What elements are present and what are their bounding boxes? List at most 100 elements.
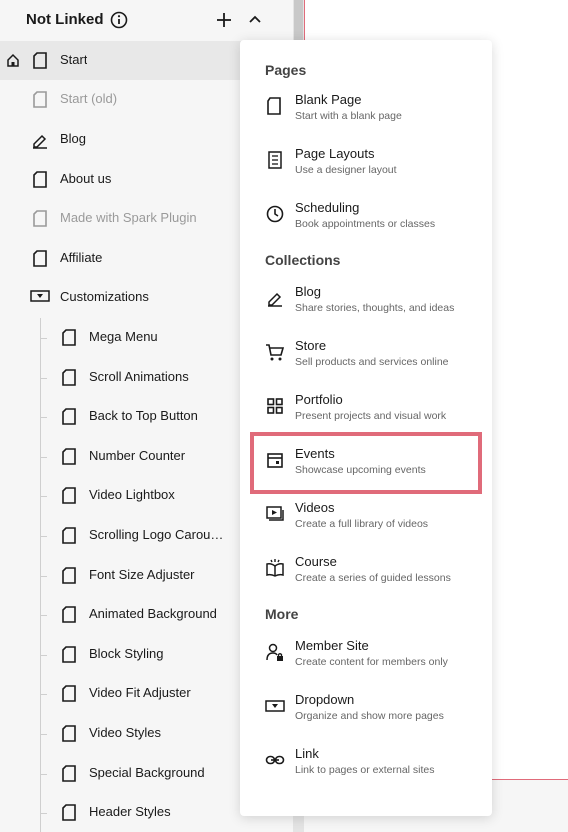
menu-item-title: Scheduling bbox=[295, 200, 360, 215]
dropdown-folder-icon bbox=[30, 290, 50, 302]
member-icon bbox=[266, 643, 283, 661]
menu-item-page-layouts[interactable]: Page Layouts Use a designer layout bbox=[240, 140, 492, 192]
tree-tick bbox=[40, 496, 47, 498]
info-icon[interactable] bbox=[110, 11, 128, 29]
menu-item-description: Showcase upcoming events bbox=[295, 464, 426, 476]
layout-icon bbox=[268, 151, 282, 169]
sidebar-item-label: Scroll Animations bbox=[89, 368, 189, 384]
sidebar-item-label: About us bbox=[60, 171, 112, 186]
grid-icon bbox=[267, 398, 283, 414]
page-icon bbox=[62, 329, 76, 346]
sidebar-item-label: Affiliate bbox=[60, 250, 103, 265]
menu-section-pages: Pages bbox=[265, 62, 307, 78]
cart-icon bbox=[266, 344, 285, 361]
section-title: Not Linked bbox=[26, 11, 104, 28]
page-icon bbox=[62, 487, 76, 505]
menu-item-description: Use a designer layout bbox=[295, 164, 397, 176]
page-icon bbox=[62, 764, 76, 782]
page-icon bbox=[62, 408, 76, 425]
menu-item-title: Course bbox=[295, 554, 337, 569]
page-icon bbox=[33, 52, 47, 69]
sidebar-item-label: Video Fit Adjuster bbox=[89, 685, 191, 701]
chevron-up-icon[interactable] bbox=[246, 11, 264, 29]
menu-item-description: Create content for members only bbox=[295, 656, 448, 668]
page-icon bbox=[62, 685, 76, 703]
menu-item-store[interactable]: Store Sell products and services online bbox=[240, 332, 492, 384]
page-icon bbox=[62, 606, 76, 623]
sidebar-item-label: Mega Menu bbox=[89, 329, 158, 344]
menu-item-title: Link bbox=[295, 746, 319, 761]
sidebar-item-label: Font Size Adjuster bbox=[89, 566, 195, 582]
pen-icon bbox=[268, 292, 282, 307]
tree-tick bbox=[40, 734, 47, 735]
page-icon bbox=[62, 725, 76, 742]
dropdown-icon bbox=[265, 700, 285, 712]
menu-item-videos[interactable]: Videos Create a full library of videos bbox=[240, 494, 492, 546]
menu-item-dropdown[interactable]: Dropdown Organize and show more pages bbox=[240, 686, 492, 738]
menu-section-more: More bbox=[265, 606, 299, 622]
sidebar-item-label: Made with Spark Plugin bbox=[60, 210, 197, 225]
tree-tick bbox=[40, 338, 47, 339]
menu-item-description: Book appointments or classes bbox=[295, 218, 436, 230]
menu-item-description: Start with a blank page bbox=[295, 110, 402, 122]
page-icon bbox=[267, 97, 281, 115]
menu-item-description: Create a full library of videos bbox=[295, 518, 429, 530]
sidebar-item-label: Animated Background bbox=[89, 606, 217, 622]
pen-icon bbox=[33, 134, 47, 149]
menu-item-blank-page[interactable]: Blank Page Start with a blank page bbox=[240, 86, 492, 138]
menu-section-collections: Collections bbox=[265, 252, 341, 268]
menu-item-title: Events bbox=[295, 446, 335, 461]
menu-item-scheduling[interactable]: Scheduling Book appointments or classes bbox=[240, 194, 492, 246]
tree-tick bbox=[40, 575, 47, 577]
menu-item-title: Member Site bbox=[295, 638, 369, 653]
add-page-icon[interactable] bbox=[215, 11, 233, 29]
clock-icon bbox=[266, 205, 284, 223]
menu-item-title: Dropdown bbox=[295, 692, 355, 707]
sidebar-item-label: Start (old) bbox=[60, 91, 118, 106]
menu-item-link[interactable]: Link Link to pages or external sites bbox=[240, 740, 492, 792]
menu-item-events[interactable]: Events Showcase upcoming events bbox=[240, 440, 492, 492]
page-icon bbox=[33, 210, 47, 227]
sidebar-item-label: Block Styling bbox=[89, 645, 164, 661]
tree-tick bbox=[40, 813, 47, 815]
page-icon bbox=[62, 368, 76, 386]
menu-item-description: Create a series of guided lessons bbox=[295, 572, 451, 584]
page-icon bbox=[33, 171, 47, 188]
sidebar-item-label: Back to Top Button bbox=[89, 408, 198, 424]
tree-tick bbox=[40, 536, 47, 537]
sidebar-item-label: Number Counter bbox=[89, 447, 186, 463]
page-icon bbox=[33, 250, 47, 267]
home-icon bbox=[7, 53, 19, 67]
menu-item-title: Store bbox=[295, 338, 327, 353]
calendar-icon bbox=[267, 453, 283, 468]
sidebar-item-label: Special Background bbox=[89, 764, 205, 780]
tree-tick bbox=[40, 773, 47, 775]
menu-item-course[interactable]: Course Create a series of guided lessons bbox=[240, 548, 492, 600]
menu-item-description: Share stories, thoughts, and ideas bbox=[295, 302, 455, 314]
menu-item-blog[interactable]: Blog Share stories, thoughts, and ideas bbox=[240, 278, 492, 330]
menu-item-title: Blank Page bbox=[295, 92, 362, 107]
menu-item-member-site[interactable]: Member Site Create content for members on… bbox=[240, 632, 492, 684]
sidebar-item-label: Header Styles bbox=[89, 804, 171, 820]
menu-item-portfolio[interactable]: Portfolio Present projects and visual wor… bbox=[240, 386, 492, 438]
sidebar-item-label: Video Lightbox bbox=[89, 487, 175, 503]
book-icon bbox=[266, 559, 284, 577]
tree-tick bbox=[40, 377, 47, 379]
page-icon bbox=[62, 645, 76, 663]
sidebar-item-label: Scrolling Logo Carousel bbox=[89, 527, 226, 542]
tree-tick bbox=[40, 615, 47, 617]
page-icon bbox=[62, 527, 76, 544]
menu-item-title: Blog bbox=[295, 284, 322, 299]
menu-item-title: Videos bbox=[295, 500, 335, 515]
menu-item-description: Sell products and services online bbox=[295, 356, 449, 368]
menu-item-description: Present projects and visual work bbox=[295, 410, 447, 422]
tree-tick bbox=[40, 694, 47, 696]
page-icon bbox=[33, 91, 47, 108]
menu-item-title: Page Layouts bbox=[295, 146, 375, 161]
tree-tick bbox=[40, 456, 47, 458]
sidebar-item-label: Start bbox=[60, 52, 88, 67]
add-page-menu: Pages Collections More Blank Page Start w… bbox=[240, 40, 492, 816]
tree-tick bbox=[40, 654, 47, 656]
link-icon bbox=[265, 755, 285, 765]
page-icon bbox=[62, 447, 76, 465]
